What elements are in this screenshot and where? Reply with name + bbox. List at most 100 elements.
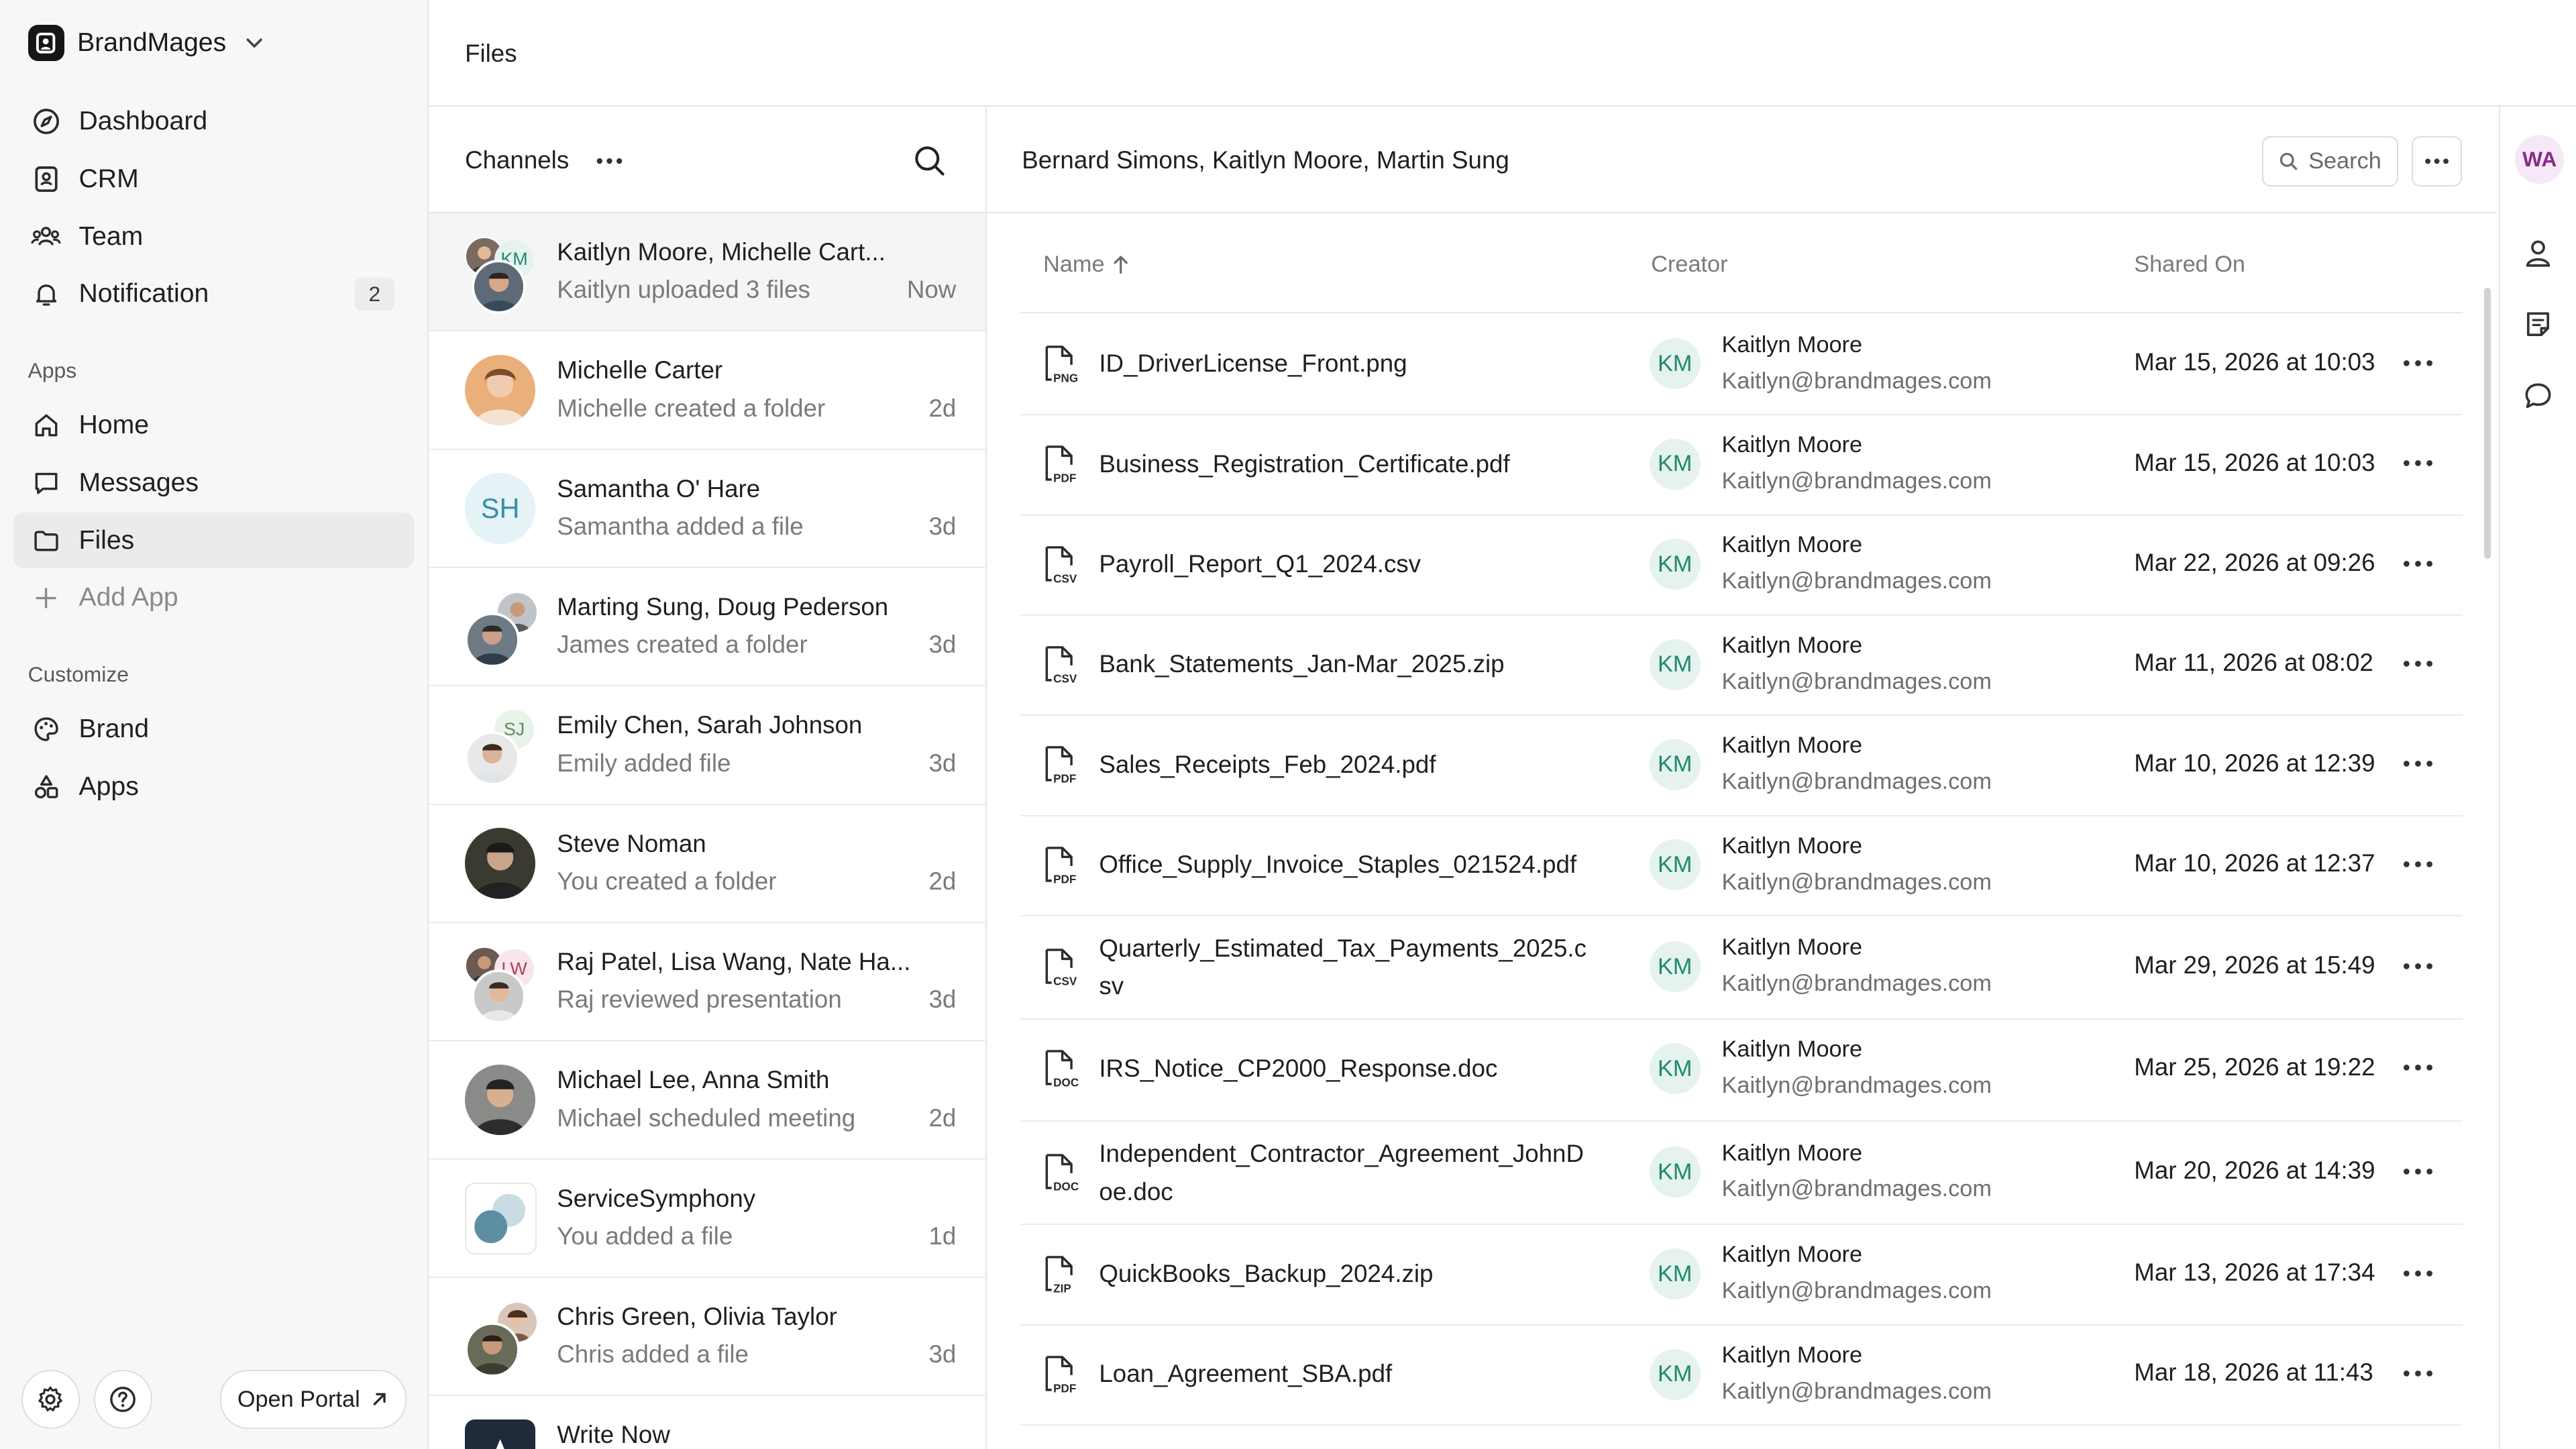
- table-row[interactable]: PDF Loan_Agreement_SBA.pdf KM Kaitlyn Moore…: [1020, 1324, 2463, 1426]
- row-more-button[interactable]: [2400, 749, 2436, 779]
- channel-last-activity: Chris added a file: [557, 1340, 749, 1368]
- file-name[interactable]: Quarterly_Estimated_Tax_Payments_2025.cs…: [1099, 930, 1592, 1006]
- channels-search-button[interactable]: [912, 143, 948, 179]
- table-row[interactable]: CSV Quarterly_Estimated_Tax_Payments_2025…: [1020, 915, 2463, 1020]
- person-icon[interactable]: [2522, 237, 2555, 270]
- note-icon[interactable]: [2522, 309, 2555, 341]
- shapes-icon: [30, 771, 62, 804]
- channel-item[interactable]: Michael Lee, Anna Smith Michael schedule…: [429, 1042, 986, 1160]
- row-more-button[interactable]: [2400, 449, 2436, 478]
- channel-item[interactable]: Chris Green, Olivia Taylor Chris added a…: [429, 1278, 986, 1397]
- file-name[interactable]: Sales_Receipts_Feb_2024.pdf: [1099, 746, 1592, 784]
- file-name[interactable]: Business_Registration_Certificate.pdf: [1099, 445, 1592, 483]
- avatar: [465, 354, 536, 426]
- row-more-button[interactable]: [2400, 1157, 2436, 1186]
- table-row[interactable]: CSV Payroll_Report_Q1_2024.csv KM Kaitlyn M…: [1020, 515, 2463, 616]
- file-name[interactable]: Independent_Contractor_Agreement_JohnDoe…: [1099, 1135, 1592, 1211]
- sidebar-item-home[interactable]: Home: [13, 398, 415, 453]
- file-type-icon: DOC: [1042, 1152, 1081, 1195]
- scrollbar[interactable]: [2483, 287, 2491, 559]
- channel-item[interactable]: SH Samantha O' Hare Samantha added a fil…: [429, 450, 986, 568]
- chevron-down-icon: [243, 32, 266, 54]
- column-header-shared-on[interactable]: Shared On: [2134, 252, 2245, 278]
- channel-time: 2d: [928, 867, 957, 896]
- channel-item[interactable]: Write Now: [429, 1397, 985, 1449]
- channel-time: 1d: [928, 1222, 957, 1250]
- table-row[interactable]: DOC Independent_Contractor_Agreement_John…: [1020, 1120, 2463, 1226]
- table-row[interactable]: PDF Office_Supply_Invoice_Staples_021524.…: [1020, 815, 2463, 917]
- channel-item[interactable]: Steve Noman You created a folder 2d: [429, 805, 986, 923]
- row-more-button[interactable]: [2400, 348, 2436, 378]
- channel-item[interactable]: ServiceSymphony You added a file 1d: [429, 1160, 986, 1278]
- sidebar-item-label: Brand: [78, 714, 150, 744]
- user-avatar[interactable]: WA: [2514, 134, 2565, 184]
- table-row[interactable]: PDF Sales_Receipts_Feb_2024.pdf KM Kaitlyn …: [1020, 714, 2463, 816]
- file-name[interactable]: ID_DriverLicense_Front.png: [1099, 345, 1592, 382]
- channel-last-activity: You created a folder: [557, 867, 777, 896]
- creator-email: Kaitlyn@brandmages.com: [1721, 468, 1992, 494]
- channels-more-button[interactable]: [593, 146, 626, 176]
- row-more-button[interactable]: [2400, 549, 2436, 578]
- sidebar-item-crm[interactable]: CRM: [13, 151, 415, 207]
- channel-item[interactable]: Michelle Carter Michelle created a folde…: [429, 332, 986, 450]
- sidebar: BrandMages Dashboard CRM Team Notificati…: [0, 0, 429, 1449]
- sidebar-item-notification[interactable]: Notification 2: [13, 266, 415, 322]
- sidebar-item-brand[interactable]: Brand: [13, 702, 415, 757]
- group-avatar: KM: [465, 236, 535, 315]
- open-portal-label: Open Portal: [237, 1386, 360, 1412]
- file-name[interactable]: Loan_Agreement_SBA.pdf: [1099, 1355, 1592, 1393]
- table-row[interactable]: PNG ID_DriverLicense_Front.png KM Kaitlyn M…: [1020, 314, 2463, 416]
- sidebar-item-apps[interactable]: Apps: [13, 759, 415, 814]
- table-row[interactable]: DOC IRS_Notice_CP2000_Response.doc KM Kaitl…: [1020, 1018, 2463, 1122]
- file-type-icon: PDF: [1042, 845, 1081, 888]
- help-button[interactable]: [93, 1370, 152, 1429]
- add-app-button[interactable]: Add App: [13, 570, 415, 626]
- channel-item[interactable]: Marting Sung, Doug Pederson James create…: [429, 568, 986, 687]
- file-type-label: CSV: [1053, 572, 1077, 585]
- channel-item[interactable]: LW Raj Patel, Lisa Wang, Nate Ha... Raj …: [429, 923, 986, 1042]
- creator-name: Kaitlyn Moore: [1721, 331, 1863, 358]
- channel-last-activity: Michelle created a folder: [557, 394, 826, 422]
- settings-button[interactable]: [21, 1370, 80, 1429]
- file-name[interactable]: Payroll_Report_Q1_2024.csv: [1099, 545, 1592, 583]
- channel-name: Michelle Carter: [557, 356, 723, 384]
- files-more-button[interactable]: [2412, 136, 2463, 187]
- column-header-creator[interactable]: Creator: [1651, 252, 1727, 278]
- shared-on-date: Mar 10, 2026 at 12:39: [2134, 749, 2375, 777]
- row-more-button[interactable]: [2400, 1258, 2436, 1288]
- creator-email: Kaitlyn@brandmages.com: [1721, 1378, 1992, 1404]
- sidebar-item-team[interactable]: Team: [13, 209, 415, 264]
- sidebar-item-files[interactable]: Files: [13, 513, 415, 569]
- row-more-button[interactable]: [2400, 1358, 2436, 1388]
- row-more-button[interactable]: [2400, 1053, 2436, 1083]
- file-name[interactable]: Office_Supply_Invoice_Staples_021524.pdf: [1099, 846, 1592, 883]
- table-row[interactable]: ZIP QuickBooks_Backup_2024.zip KM Kaitlyn M…: [1020, 1224, 2463, 1326]
- more-horizontal-icon: [2402, 1167, 2434, 1177]
- file-name[interactable]: Bank_Statements_Jan-Mar_2025.zip: [1099, 645, 1592, 683]
- file-name[interactable]: QuickBooks_Backup_2024.zip: [1099, 1255, 1592, 1293]
- channel-item[interactable]: SJ Emily Chen, Sarah Johnson Emily added…: [429, 687, 986, 805]
- shared-on-date: Mar 25, 2026 at 19:22: [2134, 1053, 2375, 1081]
- open-portal-button[interactable]: Open Portal: [220, 1370, 407, 1429]
- files-search-button[interactable]: Search: [2262, 136, 2398, 187]
- channel-last-activity: Emily added file: [557, 749, 731, 777]
- chat-bubble-icon[interactable]: [2522, 380, 2555, 413]
- row-more-button[interactable]: [2400, 951, 2436, 981]
- workspace-switcher[interactable]: BrandMages: [28, 23, 266, 62]
- shared-on-date: Mar 11, 2026 at 08:02: [2134, 649, 2373, 677]
- sidebar-item-messages[interactable]: Messages: [13, 455, 415, 511]
- more-horizontal-icon: [593, 146, 626, 176]
- column-header-name[interactable]: Name: [1043, 252, 1131, 278]
- file-name[interactable]: IRS_Notice_CP2000_Response.doc: [1099, 1050, 1592, 1087]
- row-more-button[interactable]: [2400, 649, 2436, 678]
- table-row[interactable]: PDF Business_Registration_Certificate.pdf…: [1020, 414, 2463, 516]
- sidebar-item-dashboard[interactable]: Dashboard: [13, 94, 415, 150]
- creator-email: Kaitlyn@brandmages.com: [1721, 1176, 1992, 1202]
- row-more-button[interactable]: [2400, 849, 2436, 879]
- group-avatar: [465, 828, 536, 899]
- sidebar-item-label: Files: [78, 525, 135, 555]
- table-row[interactable]: CSV Bank_Statements_Jan-Mar_2025.zip KM Kai…: [1020, 614, 2463, 716]
- channel-last-activity: Samantha added a file: [557, 513, 804, 541]
- channel-item[interactable]: KM Kaitlyn Moore, Michelle Cart... Kaitl…: [429, 213, 986, 332]
- channel-name: Samantha O' Hare: [557, 474, 761, 502]
